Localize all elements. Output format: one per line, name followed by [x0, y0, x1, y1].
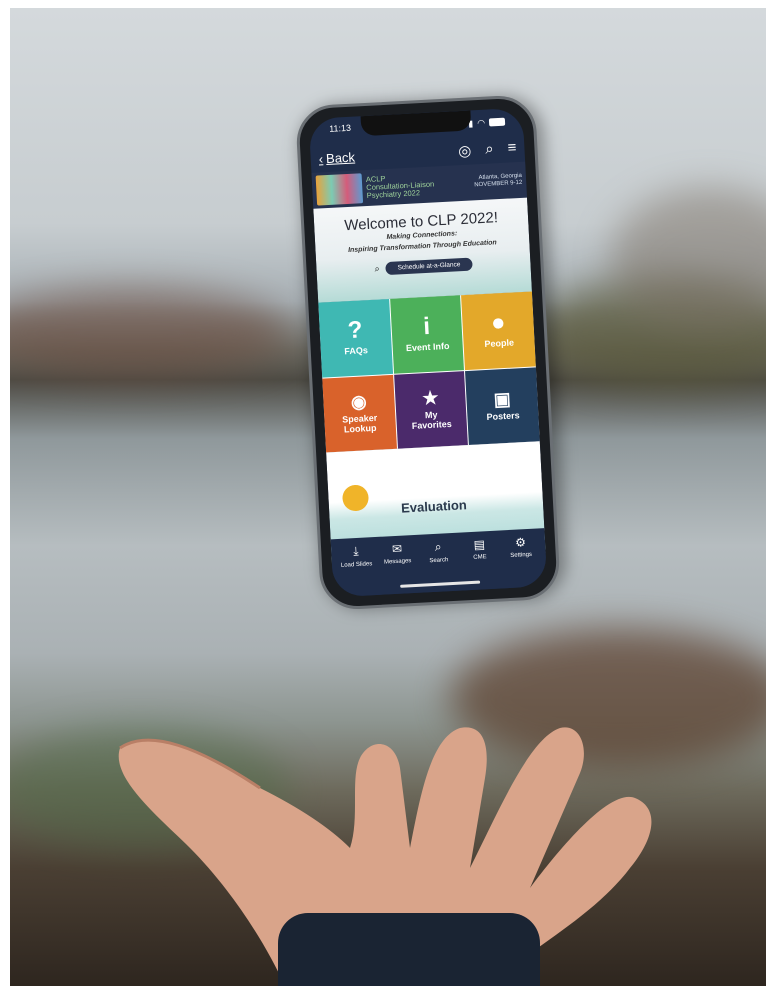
tab-label: Search — [429, 557, 449, 565]
tab-label: Settings — [510, 551, 533, 559]
info-icon: i — [422, 313, 431, 341]
app-screen: 11:13 ▮ ◠ ‹ Back ◎ ⌕ ≡ ACLP Consultation… — [308, 107, 548, 598]
question-icon: ? — [347, 316, 364, 345]
banner-dates: NOVEMBER 9-12 — [474, 179, 523, 189]
skyline-illustration — [315, 173, 364, 206]
speaker-icon: ◉ — [350, 391, 368, 412]
sun-illustration — [341, 484, 370, 512]
tab-label: Messages — [383, 558, 412, 566]
tile-label: People — [484, 337, 515, 350]
tile-label: Event Info — [405, 341, 450, 354]
tab-load-slides[interactable]: ⤓ Load Slides — [335, 543, 379, 597]
status-time: 11:13 — [328, 122, 352, 134]
chat-icon: ✉ — [391, 541, 403, 557]
tile-faqs[interactable]: ? FAQs — [318, 298, 393, 378]
battery-icon — [488, 117, 506, 127]
tile-speaker-lookup[interactable]: ◉ Speaker Lookup — [322, 374, 397, 453]
welcome-panel: Welcome to CLP 2022! Making Connections:… — [313, 197, 532, 303]
tile-posters[interactable]: ▣ Posters — [465, 366, 540, 445]
watch-band — [278, 913, 540, 986]
tile-my-favorites[interactable]: ★ My Favorites — [393, 370, 469, 449]
cme-icon: ▤ — [473, 537, 486, 552]
gear-icon: ⚙ — [514, 535, 527, 550]
tile-event-info[interactable]: i Event Info — [389, 295, 465, 374]
person-icon: ● — [490, 309, 507, 337]
star-icon: ★ — [421, 387, 439, 409]
tab-settings[interactable]: ⚙ Settings — [500, 534, 544, 588]
back-label: Back — [325, 149, 356, 166]
phone-device: 11:13 ▮ ◠ ‹ Back ◎ ⌕ ≡ ACLP Consultation… — [294, 94, 562, 611]
photo-background: 11:13 ▮ ◠ ‹ Back ◎ ⌕ ≡ ACLP Consultation… — [10, 8, 766, 986]
chevron-left-icon: ‹ — [318, 150, 324, 166]
poster-icon: ▣ — [493, 388, 512, 410]
search-icon: ⌕ — [374, 262, 380, 274]
download-icon: ⤓ — [352, 543, 359, 559]
tile-label: Speaker Lookup — [341, 412, 378, 435]
tile-label: My Favorites — [411, 409, 453, 431]
schedule-at-a-glance-button[interactable]: Schedule at-a-Glance — [385, 257, 473, 275]
menu-icon[interactable]: ≡ — [507, 139, 517, 157]
tab-label: CME — [473, 554, 487, 561]
evaluation-label: Evaluation — [400, 497, 468, 516]
bottom-tab-bar: ⤓ Load Slides ✉ Messages ⌕ Search ▤ CME … — [330, 528, 548, 598]
tab-label: Load Slides — [340, 561, 373, 569]
search-icon: ⌕ — [434, 539, 442, 554]
search-icon[interactable]: ⌕ — [485, 140, 494, 158]
phone-notch — [360, 110, 472, 137]
tile-label: Posters — [486, 410, 520, 422]
tile-people[interactable]: ● People — [461, 291, 536, 370]
back-button[interactable]: ‹ Back — [318, 149, 355, 166]
tile-label: FAQs — [344, 345, 369, 357]
tile-grid: ? FAQs i Event Info ● People ◉ Speaker L… — [318, 291, 540, 453]
wifi-icon: ◠ — [476, 117, 486, 128]
camera-icon[interactable]: ◎ — [458, 141, 472, 160]
